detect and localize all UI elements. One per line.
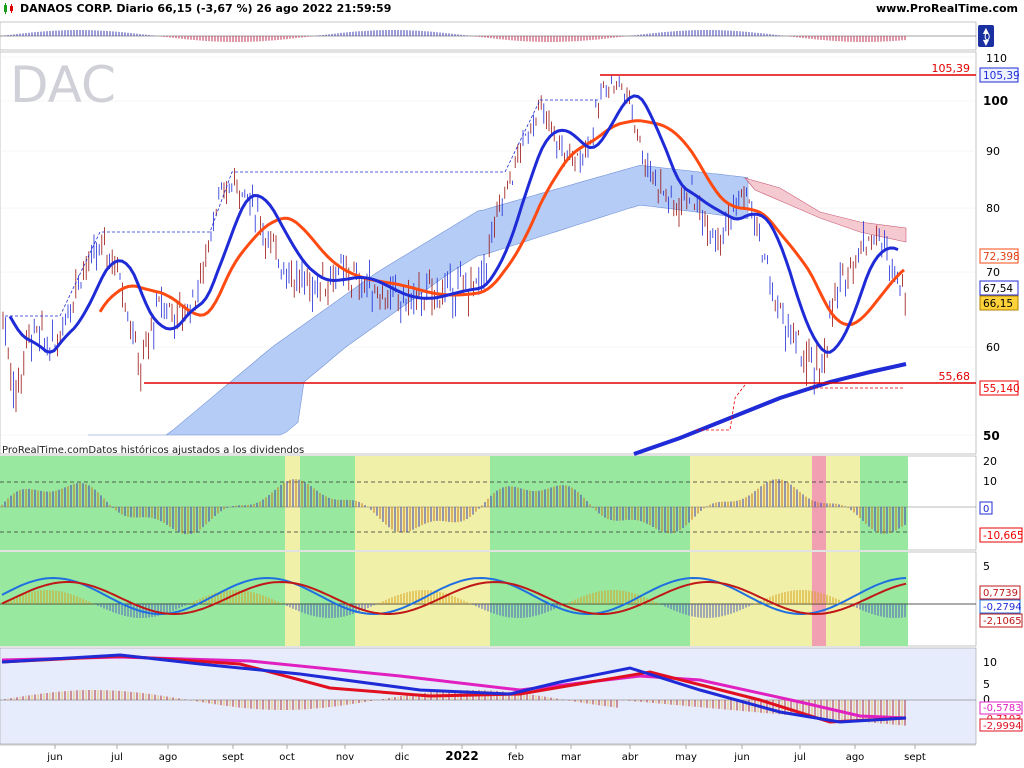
macd-badge: 0,7739 — [983, 588, 1018, 599]
top-price-badge: 105,39 — [983, 70, 1020, 82]
price-tick: 80 — [986, 202, 1000, 215]
chart-window: DANAOS CORP. Diario 66,15 (-3,67 %) 26 a… — [0, 0, 1024, 768]
price-tick: 90 — [986, 145, 1000, 158]
top-strip-tick: 0 — [984, 32, 990, 43]
time-tick: feb — [508, 752, 524, 763]
signal-zone — [630, 552, 690, 646]
time-tick: mar — [561, 752, 582, 763]
osc-value-badge: -10,665 — [983, 530, 1024, 542]
fast-ma-badge: 67,54 — [983, 283, 1013, 295]
top-strip — [0, 21, 977, 51]
trend-tick: 5 — [983, 678, 990, 691]
watermark-ticker: DAC — [10, 56, 116, 114]
time-tick: sept — [222, 752, 244, 763]
price-tick: 60 — [986, 341, 1000, 354]
macd-badge: -0,2794 — [983, 602, 1022, 613]
signal-zone — [490, 552, 630, 646]
signal-zone — [300, 552, 315, 646]
signal-zone — [630, 456, 690, 550]
price-tick: 70 — [986, 266, 1000, 279]
slow-ma-badge: 72,398 — [983, 251, 1020, 263]
time-tick: jun — [46, 752, 62, 763]
time-tick: dic — [395, 752, 410, 763]
low-price-badge: 55,140 — [983, 383, 1020, 395]
macd-panel: 5 0 0,7739 -0,2794 -2,1065 — [0, 551, 1023, 647]
trend-badge: -2,9994 — [983, 721, 1022, 732]
osc-tick: 10 — [983, 475, 997, 488]
signal-zone — [0, 456, 285, 550]
resistance-value: 105,39 — [932, 62, 971, 75]
oscillator-panel: 20 10 0 -10,665 — [0, 455, 1024, 551]
macd-badge: -2,1065 — [983, 616, 1022, 627]
time-tick: ago — [159, 752, 178, 763]
time-axis[interactable]: jun jul ago sept oct nov dic 2022 feb mar abr may ju… — [0, 744, 976, 763]
signal-zone — [826, 552, 860, 646]
signal-zone — [860, 456, 908, 550]
chart-canvas[interactable]: ▲ ▼ 105,39 55,68 DAC ProRealTime.comDato… — [0, 0, 1024, 768]
time-tick: 2022 — [445, 749, 478, 763]
time-tick: abr — [622, 752, 639, 763]
trend-badge: -0,5783 — [983, 703, 1022, 714]
last-price-badge: 66,15 — [983, 298, 1013, 310]
time-tick: nov — [336, 752, 354, 763]
time-tick: ago — [846, 752, 865, 763]
time-tick: jun — [733, 752, 749, 763]
source-note: ProRealTime.comDatos históricos ajustado… — [2, 444, 304, 456]
support-value: 55,68 — [939, 370, 971, 383]
time-tick: may — [675, 752, 697, 763]
signal-zone — [826, 456, 860, 550]
trend-tick: 10 — [983, 656, 997, 669]
osc-tick: 20 — [983, 455, 997, 468]
trend-panel: 10 5 0 -0,5783 -0,7103 -2,9994 — [0, 647, 1023, 745]
osc-tick: 0 — [983, 504, 989, 515]
macd-tick: 5 — [983, 560, 990, 573]
price-tick: 100 — [983, 94, 1008, 108]
time-tick: oct — [279, 752, 295, 763]
signal-zone — [285, 552, 300, 646]
signal-zone — [812, 456, 826, 550]
time-tick: jul — [793, 752, 806, 763]
time-tick: sept — [904, 752, 926, 763]
price-panel: 105,39 55,68 DAC ProRealTime.comDatos hi… — [0, 51, 977, 456]
time-tick: jul — [110, 752, 123, 763]
signal-zone — [355, 456, 490, 550]
price-tick: 50 — [983, 429, 1000, 443]
price-tick: 110 — [986, 52, 1007, 65]
